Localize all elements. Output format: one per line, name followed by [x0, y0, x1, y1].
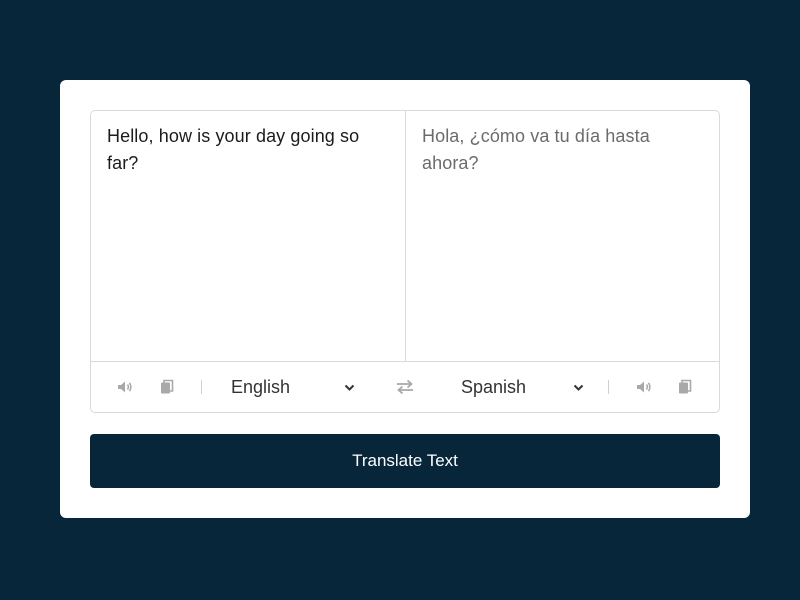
translation-textarea[interactable]: Hola, ¿cómo va tu día hasta ahora?	[406, 111, 719, 361]
from-copy-icon[interactable]	[159, 379, 175, 395]
controls-bar: English Spanish	[91, 361, 719, 412]
to-language-select[interactable]: Spanish	[461, 375, 585, 399]
text-input-panel: Hello, how is your day going so far? Hol…	[90, 110, 720, 413]
from-speak-volume-icon[interactable]	[117, 379, 133, 395]
to-icons-divider	[608, 380, 609, 394]
from-icons-divider	[201, 380, 202, 394]
to-speak-volume-icon[interactable]	[636, 379, 652, 395]
from-language-label: English	[231, 377, 291, 397]
to-language-label: Spanish	[461, 377, 527, 397]
from-language-select[interactable]: English	[231, 375, 356, 399]
to-chevron-down-icon	[573, 384, 584, 391]
to-copy-icon[interactable]	[677, 379, 693, 395]
from-chevron-down-icon	[344, 384, 355, 391]
translator-card: Hello, how is your day going so far? Hol…	[60, 80, 750, 518]
translate-button[interactable]: Translate Text	[90, 434, 720, 488]
source-textarea[interactable]: Hello, how is your day going so far?	[91, 111, 406, 361]
exchange-icon[interactable]	[395, 379, 415, 395]
